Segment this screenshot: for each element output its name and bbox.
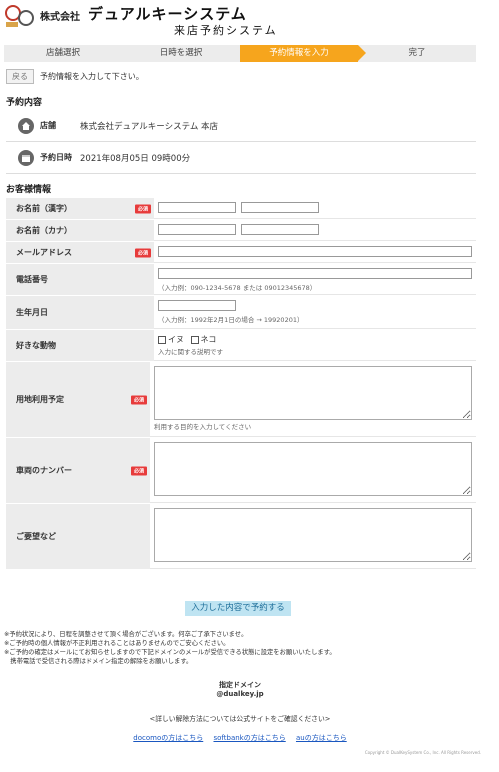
datetime-row: 予約日時 2021年08月05日 09時00分 <box>6 142 476 174</box>
name-kana-label: お名前（カナ） <box>6 220 154 241</box>
requests-label: ご要望など <box>6 504 150 569</box>
header: 株式会社 デュアルキーシステム 来店予約システム <box>0 0 499 40</box>
store-row: 店舗 株式会社デュアルキーシステム 本店 <box>6 110 476 142</box>
docomo-link[interactable]: docomoの方はこちら <box>133 734 203 742</box>
name-kanji-field <box>154 198 476 219</box>
cat-checkbox[interactable] <box>190 335 199 344</box>
step-store: 店舗選択 <box>45 48 80 58</box>
birthday-row: 生年月日 （入力例：1992年2月1日の場合 → 19920201） <box>6 296 476 330</box>
datetime-value: 2021年08月05日 09時00分 <box>80 153 191 164</box>
note-line: ※ご予約の確定はメールにてお知らせしますので下記ドメインのメールが受信できる状態… <box>4 649 336 656</box>
name-kanji-text: お名前（漢字） <box>16 204 72 213</box>
birthday-input[interactable] <box>158 300 236 311</box>
animal-text: 好きな動物 <box>16 341 56 350</box>
first-name-kana-input[interactable] <box>240 224 319 235</box>
phone-hint: （入力例：090-1234-5678 または 09012345678） <box>158 284 317 292</box>
phone-field: （入力例：090-1234-5678 または 09012345678） <box>154 264 476 295</box>
store-label: 店舗 <box>40 121 56 130</box>
requests-textarea[interactable] <box>154 508 472 562</box>
requests-field <box>150 504 476 569</box>
back-button[interactable]: 戻る <box>6 69 34 84</box>
purpose-field: 利用する目的を入力してください <box>150 362 476 437</box>
purpose-hint: 利用する目的を入力してください <box>154 423 252 431</box>
email-input[interactable] <box>158 246 472 257</box>
vehicle-label: 車両のナンバー 必須 <box>6 438 150 503</box>
vehicle-row: 車両のナンバー 必須 <box>6 438 476 504</box>
requests-row: ご要望など <box>6 504 476 570</box>
step-input: 予約情報を入力 <box>240 45 366 62</box>
calendar-icon <box>18 149 34 166</box>
phone-input[interactable] <box>158 268 472 279</box>
required-badge: 必須 <box>130 466 147 475</box>
dog-label: イヌ <box>168 335 184 344</box>
birthday-text: 生年月日 <box>16 308 48 317</box>
name-kana-text: お名前（カナ） <box>16 226 72 235</box>
company-type: 株式会社 <box>40 12 80 23</box>
last-name-kana-input[interactable] <box>158 224 236 235</box>
nav-row: 戻る 予約情報を入力して下さい。 <box>6 69 144 84</box>
required-badge: 必須 <box>134 204 151 213</box>
requests-text: ご要望など <box>16 532 56 541</box>
dog-checkbox[interactable] <box>158 335 166 344</box>
note-line: ※ご予約時の個人情報が不正利用されることはありませんのでご安心ください。 <box>4 640 230 647</box>
birthday-label: 生年月日 <box>6 296 154 329</box>
purpose-row: 用地利用予定 必須 利用する目的を入力してください <box>6 362 476 438</box>
name-kana-row: お名前（カナ） <box>6 220 476 242</box>
email-text: メールアドレス <box>16 248 72 257</box>
purpose-label: 用地利用予定 必須 <box>6 362 150 437</box>
customer-form: お名前（漢字） 必須 お名前（カナ） メールアドレス 必須 電話番号 （入力例：… <box>6 198 476 570</box>
birthday-field: （入力例：1992年2月1日の場合 → 19920201） <box>154 296 476 329</box>
email-row: メールアドレス 必須 <box>6 242 476 264</box>
logo-icon <box>5 5 34 27</box>
datetime-label: 予約日時 <box>40 153 72 162</box>
note-line: 携帯電話で受信される際はドメイン指定の解除をお願いします。 <box>4 658 193 665</box>
domain-value: @dualkey.jp <box>216 690 264 698</box>
domain-label: 指定ドメイン <box>219 681 261 689</box>
phone-label: 電話番号 <box>6 264 154 295</box>
system-name: 来店予約システム <box>174 24 278 37</box>
name-kanji-label: お名前（漢字） 必須 <box>6 198 154 219</box>
animal-label: 好きな動物 <box>6 330 154 361</box>
first-name-kanji-input[interactable] <box>240 202 319 213</box>
last-name-kanji-input[interactable] <box>158 202 236 213</box>
carrier-links: docomoの方はこちら softbankの方はこちら auの方はこちら <box>0 733 480 743</box>
name-kana-field <box>154 220 476 241</box>
brand-name: デュアルキーシステム <box>88 5 247 23</box>
phone-text: 電話番号 <box>16 275 48 284</box>
email-field <box>154 242 476 263</box>
purpose-text: 用地利用予定 <box>16 395 64 404</box>
notes: ※予約状況により、日程を調整させて頂く場合がございます。何卒ご了承下さいませ。 … <box>4 630 484 666</box>
home-icon <box>18 117 34 134</box>
softbank-link[interactable]: softbankの方はこちら <box>213 734 285 742</box>
email-label: メールアドレス 必須 <box>6 242 154 263</box>
detail-text: <詳しい解除方法については公式サイトをご確認ください> <box>149 715 331 723</box>
note-line: ※予約状況により、日程を調整させて頂く場合がございます。何卒ご了承下さいませ。 <box>4 631 248 638</box>
copyright: Copyright © DualKeySystem Co., Inc. All … <box>364 750 481 755</box>
cat-label: ネコ <box>200 335 217 344</box>
required-badge: 必須 <box>134 248 151 257</box>
domain-block: 指定ドメイン @dualkey.jp <box>0 681 480 699</box>
animal-field: イヌ ネコ 入力に関する説明です <box>154 330 476 361</box>
purpose-textarea[interactable] <box>154 366 472 420</box>
au-link[interactable]: auの方はこちら <box>296 734 347 742</box>
instruction-text: 予約情報を入力して下さい。 <box>40 72 144 81</box>
animal-hint: 入力に関する説明です <box>158 348 223 356</box>
animal-row: 好きな動物 イヌ ネコ 入力に関する説明です <box>6 330 476 362</box>
reservation-title: 予約内容 <box>6 98 43 108</box>
name-kanji-row: お名前（漢字） 必須 <box>6 198 476 220</box>
submit-button[interactable]: 入力した内容で予約する <box>185 601 291 616</box>
customer-title: お客様情報 <box>6 185 52 195</box>
required-badge: 必須 <box>130 395 147 404</box>
store-value: 株式会社デュアルキーシステム 本店 <box>80 121 219 132</box>
step-complete: 完了 <box>408 48 426 58</box>
phone-row: 電話番号 （入力例：090-1234-5678 または 09012345678） <box>6 264 476 296</box>
vehicle-text: 車両のナンバー <box>16 466 72 475</box>
vehicle-textarea[interactable] <box>154 442 472 496</box>
birthday-hint: （入力例：1992年2月1日の場合 → 19920201） <box>158 316 304 324</box>
step-datetime: 日時を選択 <box>159 48 203 58</box>
progress-steps: 店舗選択 日時を選択 予約情報を入力 完了 <box>4 45 476 62</box>
vehicle-field <box>150 438 476 503</box>
